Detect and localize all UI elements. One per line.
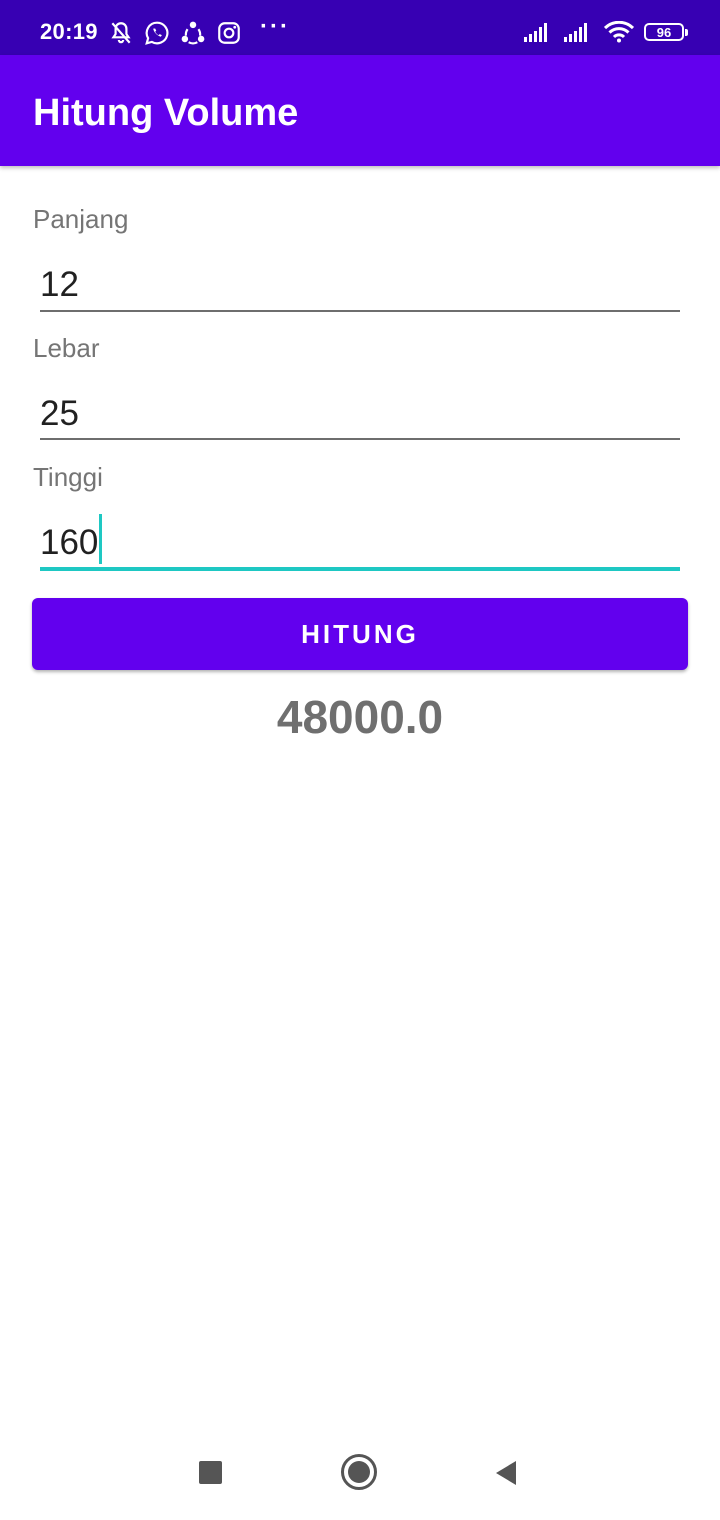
result-value: 48000.0	[276, 691, 444, 743]
status-bar: 20:19 ··· 96	[0, 0, 720, 55]
lebar-label: Lebar	[33, 333, 100, 363]
lebar-underline	[40, 438, 680, 440]
signal-icon-2	[564, 23, 587, 42]
battery-level: 96	[656, 24, 672, 40]
instagram-icon	[218, 22, 240, 44]
tinggi-underline	[40, 567, 680, 571]
more-notifications-icon: ···	[260, 13, 290, 40]
lebar-input[interactable]	[40, 391, 680, 437]
panjang-input[interactable]	[40, 262, 680, 308]
notification-icons	[108, 20, 242, 46]
wifi-icon	[604, 21, 634, 43]
share-icon	[181, 21, 205, 45]
recents-square-icon[interactable]	[199, 1461, 222, 1484]
whatsapp-icon	[145, 21, 169, 45]
app-screen: 20:19 ··· 96 Hitung Volume Panjang 12 Le…	[0, 0, 720, 1520]
page-title: Hitung Volume	[33, 92, 299, 134]
tinggi-label: Tinggi	[33, 462, 103, 492]
signal-icon	[524, 23, 547, 42]
back-triangle-icon[interactable]	[494, 1459, 518, 1487]
tinggi-input[interactable]	[40, 520, 680, 566]
status-time: 20:19	[40, 19, 98, 44]
hitung-button[interactable]: HITUNG	[32, 598, 688, 670]
text-cursor	[99, 514, 102, 564]
battery-icon: 96	[644, 23, 688, 41]
app-bar: Hitung Volume	[0, 55, 720, 166]
home-circle-icon[interactable]	[341, 1454, 377, 1490]
panjang-underline	[40, 310, 680, 312]
system-icons: 96	[524, 21, 688, 43]
bell-off-icon	[111, 22, 131, 44]
panjang-label: Panjang	[33, 204, 129, 234]
